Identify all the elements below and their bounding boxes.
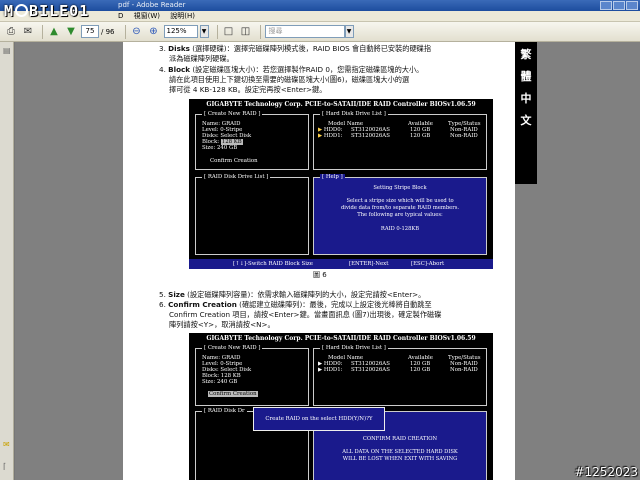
hdd-model: ST3120026AS: [351, 367, 390, 373]
page-total: / 96: [101, 27, 115, 36]
step-4-line-1: 4. Block (設定磁碟區塊大小)：若您選擇製作RAID 0，您需指定磁碟區…: [159, 65, 424, 74]
document-viewport[interactable]: 3. Disks (選擇硬碟)：選擇完磁碟陣列模式後，RAID BIOS 會自動…: [15, 42, 640, 480]
minimize-button[interactable]: [600, 1, 612, 10]
tab-char: 文: [520, 114, 532, 127]
create-raid-box: [ Create New RAID ] Name: GRAID Level: 0…: [195, 111, 309, 170]
hdd-list-box: [ Hard Disk Drive List ] Model Name Avai…: [313, 345, 487, 406]
search-dropdown-icon[interactable]: ▼: [344, 25, 354, 38]
hdd-list-title: [ Hard Disk Drive List ]: [320, 345, 388, 351]
confirm-creation-item[interactable]: Confirm Creation: [208, 391, 258, 397]
window-title: pdf - Adobe Reader: [118, 1, 186, 9]
comments-icon[interactable]: ✉: [3, 440, 12, 450]
bios-header: GIGABYTE Technology Corp. PCIE-to-SATAII…: [206, 335, 476, 342]
tab-char: 中: [520, 92, 532, 105]
bios-footer: [↑↓]-Switch RAID Block Size [ENTER]-Next…: [189, 259, 493, 269]
create-raid-box: [ Create New RAID ] Name: GRAID Level: 0…: [195, 345, 309, 406]
toolbar-divider: [259, 24, 261, 39]
tab-char: 繁: [520, 48, 532, 61]
menu-item-window[interactable]: 視窗(W): [134, 12, 160, 20]
step-6-line-2: Confirm Creation 項目，請按<Enter>鍵。當畫面訊息 (圖7…: [169, 310, 442, 319]
toolbar-divider: [42, 24, 43, 39]
create-raid-title: [ Create New RAID ]: [202, 345, 263, 351]
raid-disk-list-title: [ RAID Disk Dr: [202, 408, 247, 414]
toolbar-divider: [216, 24, 218, 39]
zoom-input[interactable]: 125%: [163, 25, 198, 38]
selected-arrow-icon: ▶: [318, 133, 323, 139]
bios-screen-figure-7: GIGABYTE Technology Corp. PCIE-to-SATAII…: [189, 333, 493, 480]
search-input[interactable]: 搜尋: [264, 25, 345, 38]
field-size: Size: 240 GB: [202, 379, 238, 385]
confirm-dialog[interactable]: Create RAID on the select HDD(Y/N)?Y: [253, 407, 385, 431]
language-tab: 繁 體 中 文: [515, 42, 537, 184]
watermark: #1252023: [574, 465, 639, 479]
help-line: Setting Stripe Block: [373, 185, 427, 191]
help-line: divide data from/to separate RAID member…: [340, 205, 459, 211]
step-3-line-1: 3. Disks (選擇硬碟)：選擇完磁碟陣列模式後，RAID BIOS 會自動…: [159, 44, 432, 53]
window-controls: [600, 1, 638, 10]
figure-6-caption: 圖 6: [313, 271, 327, 279]
menu-item-help[interactable]: 說明(H): [170, 12, 195, 20]
bios-header: GIGABYTE Technology Corp. PCIE-to-SATAII…: [206, 101, 476, 108]
footer-next: [ENTER]-Next: [349, 261, 389, 267]
maximize-button[interactable]: [613, 1, 625, 10]
raid-disk-list-title: [ RAID Disk Drive List ]: [202, 174, 271, 180]
step-5-line-1: 5. Size (設定磁碟陣列容量)：依需求輸入磁碟陣列的大小，設定完請按<En…: [159, 290, 426, 299]
print-icon[interactable]: ⎙: [4, 25, 18, 39]
help-line: ALL DATA ON THE SELECTED HARD DISK: [342, 449, 458, 455]
step-6-line-3: 陣列請按<Y>，取消請按<N>。: [169, 320, 275, 329]
menu-item-document[interactable]: D: [118, 12, 123, 20]
close-button[interactable]: [626, 1, 638, 10]
help-title: [ Help ]: [320, 174, 345, 180]
hdd-type: Non-RAID: [450, 133, 478, 139]
hdd-list-box: [ Hard Disk Drive List ] Model Name Avai…: [313, 111, 487, 170]
step-4-line-3: 擇可從 4 KB-128 KB。設定完再按<Enter>鍵。: [169, 85, 327, 94]
create-raid-title: [ Create New RAID ]: [202, 111, 263, 117]
help-line: The following are typical values:: [357, 212, 443, 218]
step-3-line-2: 派為磁碟陣列硬碟。: [169, 54, 234, 63]
hdd-model: ST3120026AS: [351, 133, 390, 139]
footer-abort: [ESC]-Abort: [411, 261, 445, 267]
tab-char: 體: [520, 70, 532, 83]
zoom-out-icon[interactable]: ⊖: [130, 25, 144, 39]
step-6-line-1: 6. Confirm Creation (確認建立磁碟陣列)：最後，完成以上設定…: [159, 300, 432, 309]
hdd-list-title: [ Hard Disk Drive List ]: [320, 111, 388, 117]
hdd-available: 120 GB: [410, 133, 431, 139]
help-line: CONFIRM RAID CREATION: [362, 436, 438, 442]
bios-screen-figure-6: GIGABYTE Technology Corp. PCIE-to-SATAII…: [189, 99, 493, 269]
hdd-available: 120 GB: [410, 367, 431, 373]
toolbar: ⎙ ✉ ▲ ▼ 75 / 96 ⊖ ⊕ 125% ▼ □ ◫ 搜尋 ▼: [0, 22, 640, 42]
step-4-line-2: 請在此項目使用上下鍵切換至需要的磁碟區塊大小(圖6)，磁碟區塊大小的選: [169, 75, 410, 84]
previous-page-icon[interactable]: ▲: [47, 25, 61, 39]
help-box: [ Help ] Setting Stripe Block Select a s…: [313, 174, 487, 255]
logo-ring-icon: [15, 4, 29, 17]
logo-text: M BILE01: [4, 2, 90, 20]
window-titlebar: pdf - Adobe Reader: [0, 0, 640, 11]
help-line: WILL BE LOST WHEN EXIT WITH SAVING: [342, 456, 458, 462]
raid-disk-list-box: [ RAID Disk Drive List ]: [195, 174, 309, 255]
email-icon[interactable]: ✉: [21, 25, 35, 39]
help-line: Select a stripe size which will be used …: [346, 198, 454, 204]
confirm-creation-item[interactable]: Confirm Creation: [210, 158, 258, 164]
hdd-row[interactable]: ▶ HDD1:: [318, 133, 342, 139]
fit-width-icon[interactable]: ◫: [239, 25, 253, 39]
selected-arrow-icon: ▶: [318, 367, 323, 373]
help-line: RAID 0-128KB: [380, 226, 420, 232]
site-logo: M BILE01: [4, 2, 90, 20]
next-page-icon[interactable]: ▼: [64, 25, 78, 39]
zoom-dropdown-icon[interactable]: ▼: [199, 25, 209, 38]
pdf-page: 3. Disks (選擇硬碟)：選擇完磁碟陣列模式後，RAID BIOS 會自動…: [123, 42, 515, 480]
menu-bar: D 視窗(W) 說明(H): [0, 11, 640, 22]
hdd-type: Non-RAID: [450, 367, 478, 373]
toolbar-divider: [124, 24, 126, 39]
fit-page-icon[interactable]: □: [222, 25, 236, 39]
hdd-row[interactable]: ▶ HDD1:: [318, 367, 342, 373]
attachments-icon[interactable]: ⌈: [3, 462, 12, 472]
pages-icon[interactable]: ▤: [3, 46, 12, 56]
footer-switch: [↑↓]-Switch RAID Block Size: [233, 261, 313, 267]
field-size: Size: 240 GB: [202, 145, 238, 151]
page-number-input[interactable]: 75: [81, 25, 99, 38]
zoom-in-icon[interactable]: ⊕: [147, 25, 161, 39]
navigation-panel: ▤ ✉ ⌈: [0, 42, 14, 480]
